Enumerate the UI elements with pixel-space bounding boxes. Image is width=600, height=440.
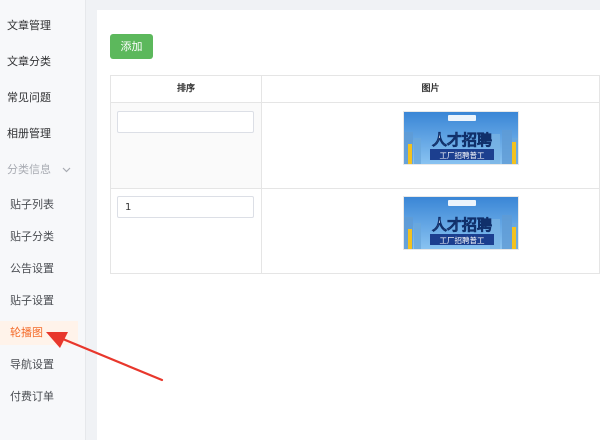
sidebar-item-nav-settings[interactable]: 导航设置	[0, 353, 86, 377]
sidebar-item-album-management[interactable]: 相册管理	[0, 122, 86, 146]
sidebar-item-article-management[interactable]: 文章管理	[0, 14, 86, 38]
banner-thumbnail[interactable]: 人才招聘 工厂招聘普工	[403, 196, 519, 250]
banner-image: 人才招聘 工厂招聘普工	[404, 112, 518, 164]
sidebar-item-carousel[interactable]: 轮播图	[0, 321, 78, 345]
sidebar-item-paid-orders[interactable]: 付费订单	[0, 385, 86, 409]
banner-image: 人才招聘 工厂招聘普工	[404, 197, 518, 249]
column-header-image: 图片	[261, 75, 600, 103]
sidebar-item-article-category[interactable]: 文章分类	[0, 50, 86, 74]
column-header-sort: 排序	[110, 75, 262, 103]
banner-thumbnail[interactable]: 人才招聘 工厂招聘普工	[403, 111, 519, 165]
sidebar-item-post-category[interactable]: 贴子分类	[0, 225, 86, 249]
sort-input[interactable]	[117, 111, 254, 133]
sidebar-group-label: 分类信息	[7, 163, 51, 176]
sidebar-item-post-list[interactable]: 贴子列表	[0, 193, 86, 217]
sidebar: 文章管理 文章分类 常见问题 相册管理 分类信息 贴子列表 贴子分类 公告设置 …	[0, 0, 86, 440]
sidebar-item-notice-settings[interactable]: 公告设置	[0, 257, 86, 281]
banner-title: 人才招聘	[432, 131, 492, 149]
banner-title: 人才招聘	[432, 216, 492, 234]
add-button[interactable]: 添加	[110, 34, 153, 59]
sort-input[interactable]	[117, 196, 254, 218]
chevron-down-icon	[62, 158, 71, 192]
sidebar-item-post-settings[interactable]: 贴子设置	[0, 289, 86, 313]
banner-subtitle: 工厂招聘普工	[440, 150, 485, 160]
sidebar-item-faq[interactable]: 常见问题	[0, 86, 86, 110]
sidebar-group-classified-info[interactable]: 分类信息	[0, 158, 86, 182]
banner-subtitle: 工厂招聘普工	[440, 235, 485, 245]
